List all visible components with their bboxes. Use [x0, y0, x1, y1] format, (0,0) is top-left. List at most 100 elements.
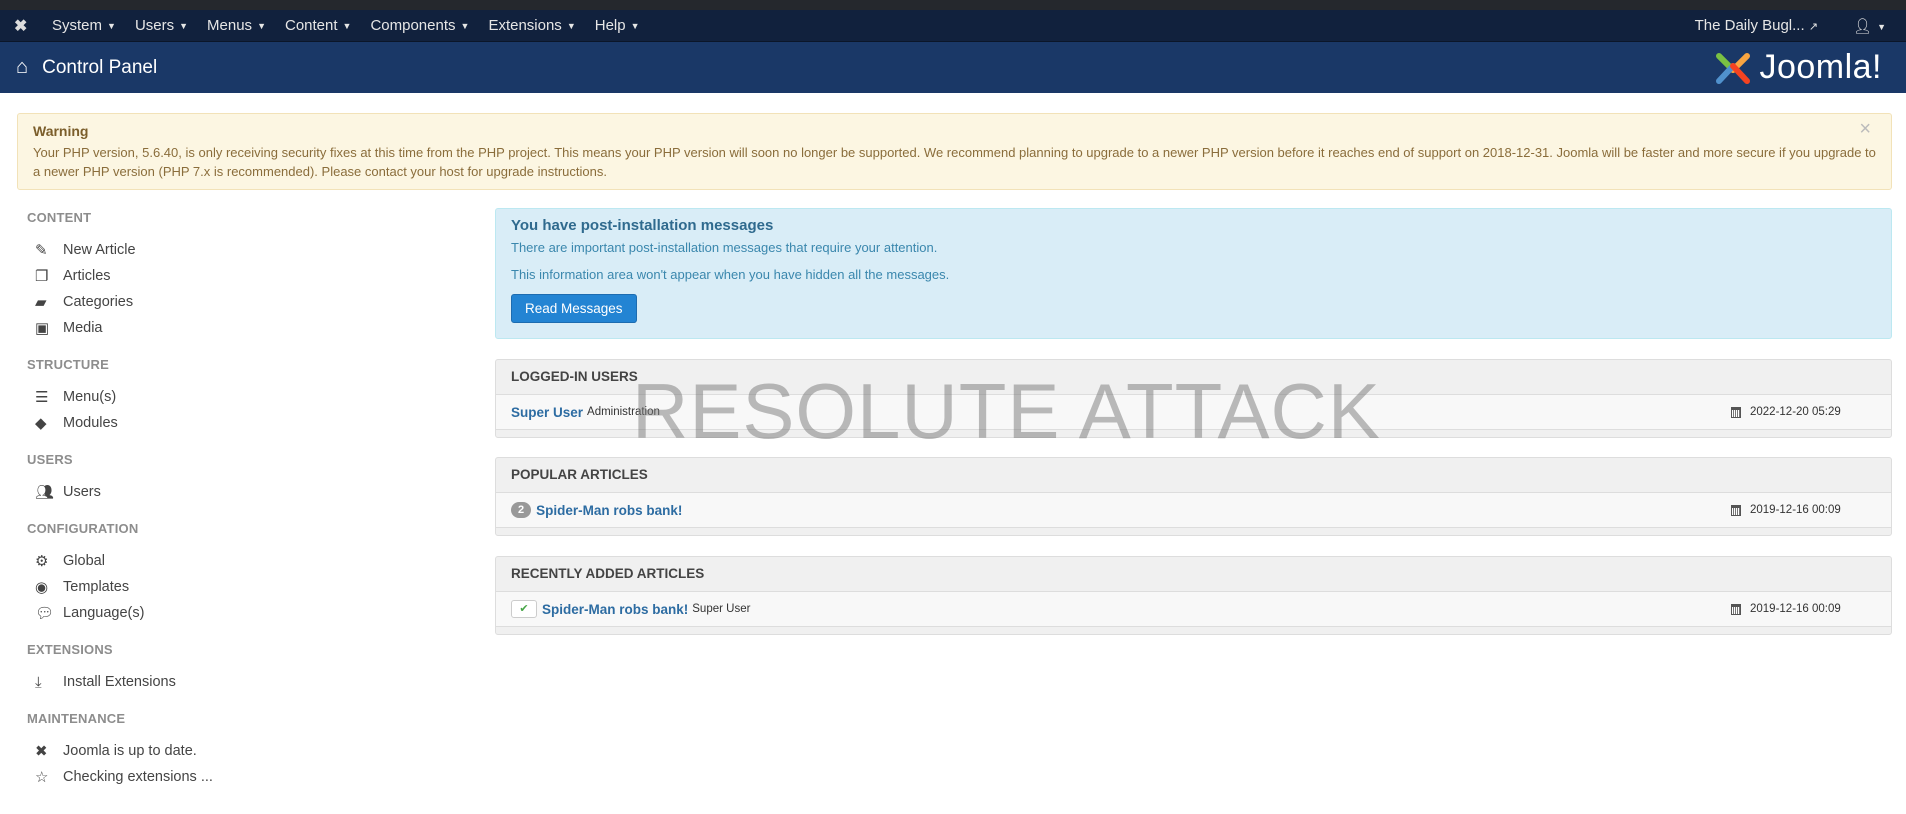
- user-client: Administration: [587, 406, 660, 418]
- pencil-icon: ✎: [35, 242, 48, 259]
- caret-down-icon: ▼: [460, 21, 470, 32]
- sidebar-item-menus[interactable]: ☰ Menu(s): [27, 384, 447, 410]
- menu-label: Users: [134, 17, 175, 34]
- table-row: 2 Spider-Man robs bank! 2019-12-16 00:09: [496, 492, 1891, 528]
- php-warning-alert: Warning Your PHP version, 5.6.40, is onl…: [17, 113, 1892, 190]
- page-header: ⌂ Control Panel Joomla!: [0, 42, 1906, 93]
- table-row: Super User Administration 2022-12-20 05:…: [496, 394, 1891, 430]
- recently-added-articles-panel: RECENTLY ADDED ARTICLES ✔ Spider-Man rob…: [495, 556, 1892, 635]
- sidebar-item-install-extensions[interactable]: ⤓ Install Extensions: [27, 669, 447, 695]
- post-install-text: There are important post-installation me…: [511, 240, 938, 255]
- sidebar-item-articles[interactable]: ❐ Articles: [27, 263, 447, 289]
- list-icon: ☰: [35, 389, 49, 406]
- sidebar-item-label: Articles: [63, 268, 111, 284]
- main-menu: System ▼ Users ▼ Menus ▼ Content ▼ Component…: [52, 17, 659, 34]
- sidebar-item-label: Install Extensions: [63, 674, 176, 690]
- read-messages-button[interactable]: Read Messages: [511, 294, 637, 323]
- user-link[interactable]: Super User: [511, 405, 583, 420]
- cube-icon: ◆: [35, 415, 47, 432]
- brand-name: Joomla!: [1759, 48, 1882, 86]
- sidebar-group-extensions: EXTENSIONS ⤓ Install Extensions: [27, 642, 447, 695]
- sidebar-item-modules[interactable]: ◆ Modules: [27, 410, 447, 436]
- gear-icon: ⚙: [35, 553, 49, 570]
- sidebar-heading: EXTENSIONS: [27, 642, 113, 657]
- menu-content[interactable]: Content ▼: [285, 17, 351, 34]
- menu-label: Content: [284, 17, 338, 34]
- sidebar-heading: USERS: [27, 452, 73, 467]
- sidebar-item-label: Language(s): [63, 605, 145, 621]
- row-date: 2022-12-20 05:29: [1731, 406, 1891, 418]
- published-check-icon[interactable]: ✔: [511, 600, 537, 618]
- post-install-messages-alert: You have post-installation messages Ther…: [495, 208, 1892, 339]
- top-navbar: ✖ System ▼ Users ▼ Menus ▼ Content ▼ Compone…: [0, 10, 1906, 42]
- sidebar-item-users[interactable]: 👥︎ Users: [27, 479, 447, 505]
- sidebar-item-label: Joomla is up to date.: [63, 743, 197, 759]
- menu-label: Components: [370, 17, 456, 34]
- post-install-title: You have post-installation messages: [511, 217, 774, 234]
- site-link[interactable]: The Daily Bugl... ↗: [1695, 17, 1818, 34]
- star-icon: ☆: [35, 769, 49, 786]
- close-icon[interactable]: ×: [1859, 119, 1871, 139]
- warning-title: Warning: [33, 123, 89, 139]
- caret-down-icon: ▼: [107, 21, 116, 32]
- user-menu[interactable]: 👤︎ ▼: [1853, 17, 1886, 35]
- article-link[interactable]: Spider-Man robs bank!: [542, 602, 688, 617]
- sidebar-group-structure: STRUCTURE ☰ Menu(s) ◆ Modules: [27, 357, 447, 436]
- sidebar-item-label: New Article: [63, 242, 136, 258]
- date-text: 2019-12-16 00:09: [1750, 603, 1841, 615]
- row-date: 2019-12-16 00:09: [1731, 504, 1891, 516]
- caret-down-icon: ▼: [179, 21, 189, 32]
- sidebar-item-global[interactable]: ⚙ Global: [27, 548, 447, 574]
- row-date: 2019-12-16 00:09: [1731, 603, 1891, 615]
- menu-menus[interactable]: Menus ▼: [207, 17, 266, 34]
- browser-top-strip: [0, 0, 1906, 10]
- menu-components[interactable]: Components ▼: [370, 17, 469, 34]
- panel-title: POPULAR ARTICLES: [511, 467, 648, 482]
- sidebar-item-joomla-update[interactable]: ✖ Joomla is up to date.: [27, 738, 447, 764]
- sidebar: CONTENT ✎ New Article ❐ Articles ▰ Categori…: [27, 210, 447, 806]
- menu-help[interactable]: Help ▼: [595, 17, 640, 34]
- menu-users[interactable]: Users ▼: [135, 17, 188, 34]
- download-icon: ⤓: [35, 673, 42, 691]
- hits-badge: 2: [511, 502, 532, 518]
- external-link-icon: ↗: [1808, 21, 1819, 33]
- menu-label: System: [52, 17, 103, 34]
- joomla-icon: ✖: [35, 743, 48, 760]
- sidebar-heading: CONFIGURATION: [27, 521, 139, 536]
- sidebar-item-templates[interactable]: ◉ Templates: [27, 574, 447, 600]
- sidebar-item-categories[interactable]: ▰ Categories: [27, 289, 447, 315]
- caret-down-icon: ▼: [342, 21, 352, 32]
- article-link[interactable]: Spider-Man robs bank!: [536, 503, 682, 518]
- joomla-logo-icon[interactable]: ✖: [14, 16, 34, 36]
- sidebar-item-label: Users: [63, 484, 101, 500]
- page-title: Control Panel: [42, 56, 158, 78]
- sidebar-item-label: Templates: [63, 579, 130, 595]
- calendar-icon: [1731, 603, 1741, 615]
- panel-title: RECENTLY ADDED ARTICLES: [511, 566, 705, 581]
- sidebar-item-languages[interactable]: 💬︎ Language(s): [27, 600, 447, 626]
- sidebar-item-label: Categories: [63, 294, 134, 310]
- sidebar-item-new-article[interactable]: ✎ New Article: [27, 237, 447, 263]
- caret-down-icon: ▼: [630, 21, 640, 32]
- site-name: The Daily Bugl...: [1694, 17, 1805, 34]
- sidebar-heading: MAINTENANCE: [27, 711, 126, 726]
- article-author: Super User: [692, 603, 751, 615]
- sidebar-item-media[interactable]: ▣ Media: [27, 315, 447, 341]
- sidebar-item-label: Menu(s): [63, 389, 117, 405]
- copy-icon: ❐: [35, 268, 49, 285]
- popular-articles-panel: POPULAR ARTICLES 2 Spider-Man robs bank!…: [495, 457, 1892, 536]
- sidebar-item-check-extensions[interactable]: ☆ Checking extensions ...: [27, 764, 447, 790]
- warning-text: Your PHP version, 5.6.40, is only receiv…: [33, 145, 1876, 179]
- calendar-icon: [1731, 504, 1741, 516]
- calendar-icon: [1731, 406, 1741, 418]
- logged-in-users-panel: LOGGED-IN USERS Super User Administratio…: [495, 359, 1892, 438]
- table-row: ✔ Spider-Man robs bank! Super User 2019-…: [496, 591, 1891, 627]
- joomla-logo-icon: [1716, 52, 1751, 84]
- menu-extensions[interactable]: Extensions ▼: [488, 17, 575, 34]
- home-icon: ⌂: [16, 56, 29, 78]
- sidebar-group-content: CONTENT ✎ New Article ❐ Articles ▰ Categori…: [27, 210, 447, 341]
- users-icon: 👥︎: [35, 484, 55, 501]
- menu-system[interactable]: System ▼: [52, 17, 116, 34]
- image-icon: ▣: [35, 320, 50, 337]
- menu-label: Menus: [207, 17, 253, 34]
